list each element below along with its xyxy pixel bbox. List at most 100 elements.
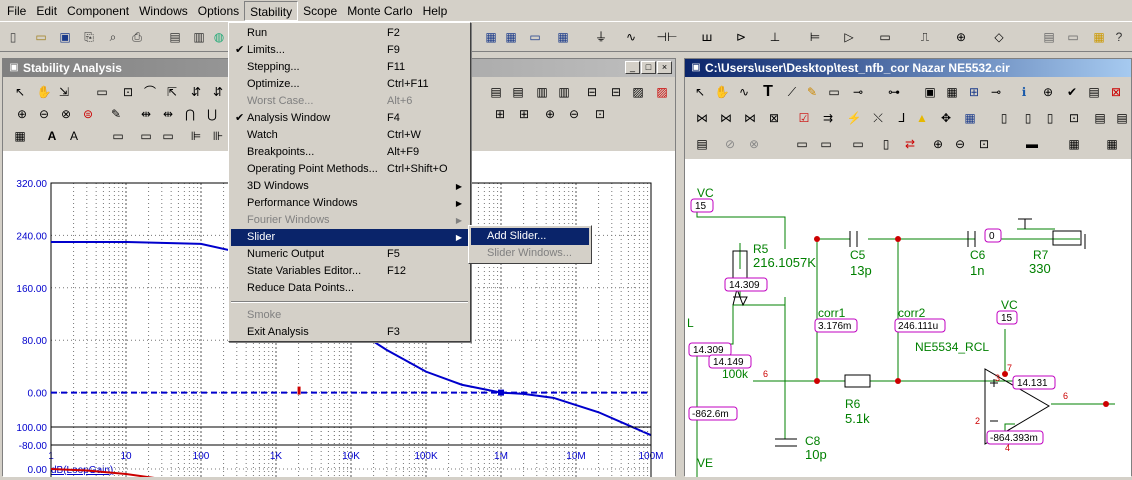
page-icon[interactable]: ▯ — [995, 109, 1013, 127]
stability-menu-item-worst-case[interactable]: Worst Case... Alt+6 — [231, 93, 468, 110]
component-icon[interactable]: ▥ — [190, 28, 208, 46]
menu-monte-carlo[interactable]: Monte Carlo — [342, 1, 417, 21]
left-align-icon[interactable]: ⊫ — [187, 127, 205, 145]
peak-icon[interactable]: ⊗ — [57, 105, 75, 123]
window-icon[interactable]: ▭ — [1064, 28, 1082, 46]
pan-icon[interactable]: ✋ — [35, 83, 53, 101]
minimize-button[interactable]: _ — [625, 61, 640, 74]
monitor-icon[interactable]: ▭ — [825, 83, 843, 101]
voltage-icon[interactable]: ⚡ — [845, 109, 863, 127]
node4-icon[interactable]: ⊠ — [765, 109, 783, 127]
node2-icon[interactable]: ⋈ — [717, 109, 735, 127]
zoom-in-icon[interactable]: ⊕ — [13, 105, 31, 123]
auto-scale-icon[interactable]: ⇱ — [163, 83, 181, 101]
maximize-button[interactable]: □ — [641, 61, 656, 74]
menu-component[interactable]: Component — [62, 1, 134, 21]
text-icon[interactable]: A — [43, 127, 61, 145]
stability-menu-item-stepping[interactable]: Stepping... F11 — [231, 59, 468, 76]
ground-icon[interactable]: ⏚ — [592, 28, 610, 46]
copy2-icon[interactable]: ▭ — [793, 135, 811, 153]
add-slider-item[interactable]: Add Slider... — [471, 228, 589, 245]
table-icon[interactable]: ▦ — [943, 83, 961, 101]
peak-find-icon[interactable]: ⋂ — [181, 105, 199, 123]
grid-icon[interactable]: ▦ — [11, 127, 29, 145]
stop-icon[interactable]: ⊜ — [79, 105, 97, 123]
cross-icon[interactable]: ⤬ — [869, 109, 887, 127]
stop-sign-icon[interactable]: ⊠ — [1107, 83, 1125, 101]
menu-options[interactable]: Options — [193, 1, 244, 21]
zoom-box-icon[interactable]: ▭ — [93, 83, 111, 101]
resistor-r6[interactable] — [844, 374, 871, 388]
grid2-icon[interactable]: ▦ — [961, 109, 979, 127]
auto-scale-y-icon[interactable]: ⇵ — [209, 83, 227, 101]
plot-icon[interactable]: ▨ — [629, 83, 647, 101]
menu-stability[interactable]: Stability — [244, 0, 299, 21]
stability-menu-item-operating-point-methods[interactable]: Operating Point Methods... Ctrl+Shift+O — [231, 161, 468, 178]
pulse-source-icon[interactable]: ⎍ — [916, 28, 934, 46]
paste-icon[interactable]: ▭ — [849, 135, 867, 153]
menu-help[interactable]: Help — [418, 1, 453, 21]
pencil-icon[interactable]: ✎ — [803, 83, 821, 101]
menu-scope[interactable]: Scope — [298, 1, 342, 21]
warning-icon[interactable]: ▲ — [913, 109, 931, 127]
cursor-left-icon[interactable]: ⇹ — [137, 105, 155, 123]
current-source-icon[interactable]: ◇ — [990, 28, 1008, 46]
pin-icon[interactable]: ⊶ — [885, 83, 903, 101]
stability-menu-item-slider[interactable]: Slider ▶ — [231, 229, 468, 246]
source-icon[interactable]: ▭ — [876, 28, 894, 46]
schematic-canvas[interactable]: VC R5 216.1057K C5 13p C6 1n R7 330 corr… — [685, 159, 1131, 477]
close-button[interactable]: × — [657, 61, 672, 74]
line-icon[interactable]: ⟋ — [783, 83, 801, 101]
resistor-r7[interactable] — [1052, 230, 1082, 246]
link-icon[interactable]: ⊸ — [987, 83, 1005, 101]
print-icon[interactable]: ⎙ — [128, 28, 146, 46]
capacitor-c5[interactable] — [849, 231, 858, 247]
crossover-marker[interactable] — [498, 389, 504, 396]
stability-menu-item-limits[interactable]: ✔ Limits... F9 — [231, 42, 468, 59]
opamp-icon[interactable]: ▷ — [840, 28, 858, 46]
menu-edit[interactable]: Edit — [31, 1, 62, 21]
mosfet-icon[interactable]: ⊨ — [806, 28, 824, 46]
schem-select-icon[interactable]: ↖ — [691, 83, 709, 101]
settings-icon[interactable]: ▤ — [1040, 28, 1058, 46]
copy-icon[interactable]: ▭ — [109, 127, 127, 145]
probe-icon[interactable]: ⊸ — [849, 83, 867, 101]
select-mode-icon[interactable]: ↖ — [11, 83, 29, 101]
back-icon[interactable]: ⊘ — [721, 135, 739, 153]
resistor-icon[interactable]: ∿ — [622, 28, 640, 46]
page2-icon[interactable]: ▯ — [1019, 109, 1037, 127]
align-icon[interactable]: ▭ — [137, 127, 155, 145]
group-icon[interactable]: ▭ — [159, 127, 177, 145]
voltage-source-icon[interactable]: ⊕ — [952, 28, 970, 46]
props2-icon[interactable]: ▤ — [1113, 109, 1131, 127]
arrow-icon[interactable]: ⇉ — [819, 109, 837, 127]
zoom-fit-schem-icon[interactable]: ⊡ — [975, 135, 993, 153]
capacitor-c8[interactable] — [775, 438, 797, 447]
stability-menu-item-watch[interactable]: Watch Ctrl+W — [231, 127, 468, 144]
copy3-icon[interactable]: ▭ — [817, 135, 835, 153]
cursor-right-icon[interactable]: ⇹ — [159, 105, 177, 123]
table2-icon[interactable]: ▬ — [1023, 135, 1041, 153]
print-preview-icon[interactable]: ⌕ — [104, 28, 122, 46]
menu-file[interactable]: File — [2, 1, 31, 21]
zoom-minus-icon[interactable]: ⊖ — [565, 105, 583, 123]
probe-red-icon[interactable]: ☑ — [795, 109, 813, 127]
image-icon[interactable]: ▣ — [921, 83, 939, 101]
grid4-icon[interactable]: ▦ — [1103, 135, 1121, 153]
layout2-icon[interactable]: ▤ — [509, 83, 527, 101]
graph-icon[interactable]: ⊡ — [119, 83, 137, 101]
fit-icon[interactable]: ⊞ — [491, 105, 509, 123]
stability-menu-item-exit-analysis[interactable]: Exit Analysis F3 — [231, 324, 468, 341]
network-icon[interactable]: ⊕ — [1039, 83, 1057, 101]
edit-sheet-icon[interactable]: ▤ — [693, 135, 711, 153]
zoom-plus-icon[interactable]: ⊕ — [541, 105, 559, 123]
bend-icon[interactable]: ⅃ — [893, 109, 911, 127]
page3-icon[interactable]: ▯ — [1041, 109, 1059, 127]
grid-snap-icon[interactable]: ⊞ — [965, 83, 983, 101]
layout5-icon[interactable]: ⊟ — [583, 83, 601, 101]
layout6-icon[interactable]: ⊟ — [607, 83, 625, 101]
menu-windows[interactable]: Windows — [134, 1, 193, 21]
stability-menu-item-numeric-output[interactable]: Numeric Output F5 — [231, 246, 468, 263]
tile-horizontal-icon[interactable]: ▦ — [502, 28, 520, 46]
schem-pan-icon[interactable]: ✋ — [713, 83, 731, 101]
